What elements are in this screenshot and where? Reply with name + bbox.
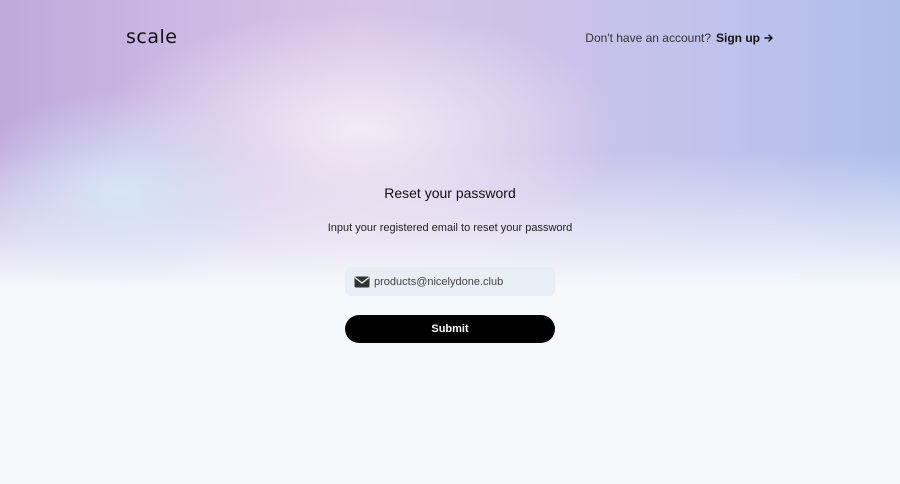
mail-icon bbox=[354, 276, 370, 287]
arrow-right-icon bbox=[764, 34, 773, 42]
no-account-text: Don't have an account? bbox=[585, 31, 711, 45]
page-title: Reset your password bbox=[384, 185, 516, 201]
email-field-container[interactable] bbox=[345, 267, 555, 296]
email-input[interactable] bbox=[374, 275, 544, 288]
signup-prompt: Don't have an account? Sign up bbox=[585, 31, 774, 45]
signup-label: Sign up bbox=[716, 31, 760, 45]
scale-logo[interactable]: scale bbox=[126, 26, 177, 48]
submit-button[interactable]: Submit bbox=[345, 315, 555, 343]
page-subtitle: Input your registered email to reset you… bbox=[327, 222, 573, 234]
signup-link[interactable]: Sign up bbox=[716, 31, 774, 45]
